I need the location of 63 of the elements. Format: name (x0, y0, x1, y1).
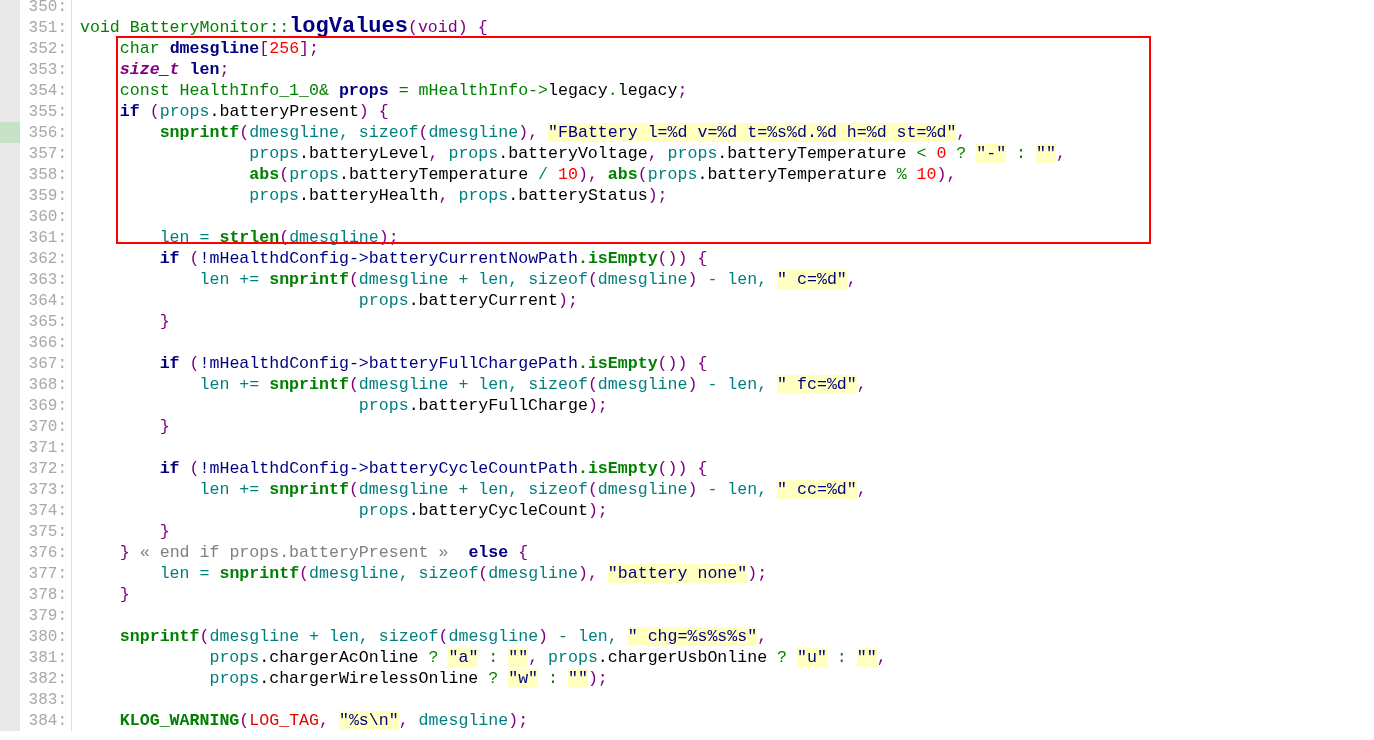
code-line: if (!mHealthdConfig->batteryCycleCountPath.isEmpty()) { (158, 458, 708, 479)
code-line: len = snprintf(dmesgline, sizeof(dmesgline), "battery none"); (158, 563, 768, 584)
line-number: 365: (28, 311, 67, 333)
line-number: 361: (28, 227, 67, 249)
line-number: 353: (28, 59, 67, 81)
line-number: 375: (28, 521, 67, 543)
code-line: } « end if props.batteryPresent » else { (118, 542, 529, 563)
line-number: 366: (28, 332, 67, 354)
line-number: 352: (28, 38, 67, 60)
line-number: 380: (28, 626, 67, 648)
line-number: 371: (28, 437, 67, 459)
code-line: props.batteryCurrent); (357, 290, 578, 311)
line-number: 357: (28, 143, 67, 165)
line-number: 376: (28, 542, 67, 564)
code-line: abs(props.batteryTemperature / 10), abs(props.batteryTemperature % 10), (248, 164, 957, 185)
line-number: 381: (28, 647, 67, 669)
line-number: 382: (28, 668, 67, 690)
code-line: KLOG_WARNING(LOG_TAG, "%s\n", dmesgline); (118, 710, 529, 731)
line-number: 377: (28, 563, 67, 585)
code-line: props.batteryCycleCount); (357, 500, 608, 521)
code-line: snprintf(dmesgline + len, sizeof(dmesgline) - len, " chg=%s%s%s", (118, 626, 768, 647)
line-number: 362: (28, 248, 67, 270)
line-number: 368: (28, 374, 67, 396)
line-number: 378: (28, 584, 67, 606)
code-line: size_t len; (118, 59, 230, 80)
line-number: 360: (28, 206, 67, 228)
line-number: 356: (28, 122, 67, 144)
line-number: 374: (28, 500, 67, 522)
code-line: if (props.batteryPresent) { (118, 101, 389, 122)
code-line: props.chargerAcOnline ? "a" : "", props.chargerUsbOnline ? "u" : "", (208, 647, 887, 668)
code-line: char dmesgline[256]; (118, 38, 319, 59)
line-number: 369: (28, 395, 67, 417)
code-line: const HealthInfo_1_0& props = mHealthInfo->legacy.legacy; (118, 80, 688, 101)
code-line: props.batteryFullCharge); (357, 395, 608, 416)
code-line: snprintf(dmesgline, sizeof(dmesgline), "FBattery l=%d v=%d t=%s%d.%d h=%d st=%d", (158, 122, 967, 143)
line-number: 364: (28, 290, 67, 312)
code-line: } (118, 584, 130, 605)
line-number: 350: (28, 0, 67, 18)
line-number: 373: (28, 479, 67, 501)
line-number: 355: (28, 101, 67, 123)
code-line: } (158, 521, 170, 542)
code-line: if (!mHealthdConfig->batteryFullChargePath.isEmpty()) { (158, 353, 708, 374)
code-line: void BatteryMonitor::logValues(void) { (80, 17, 488, 38)
code-line: } (158, 416, 170, 437)
code-line: props.batteryLevel, props.batteryVoltage, props.batteryTemperature < 0 ? "-" : "", (248, 143, 1066, 164)
line-number: 358: (28, 164, 67, 186)
line-number: 384: (28, 710, 67, 732)
line-number: 379: (28, 605, 67, 627)
code-line: } (158, 311, 170, 332)
line-number: 359: (28, 185, 67, 207)
line-number: 363: (28, 269, 67, 291)
line-number: 354: (28, 80, 67, 102)
code-line: props.chargerWirelessOnline ? "w" : ""); (208, 668, 608, 689)
line-number: 351: (28, 17, 67, 39)
line-number: 372: (28, 458, 67, 480)
line-number: 383: (28, 689, 67, 711)
code-line: len += snprintf(dmesgline + len, sizeof(dmesgline) - len, " c=%d", (198, 269, 857, 290)
code-line: if (!mHealthdConfig->batteryCurrentNowPath.isEmpty()) { (158, 248, 708, 269)
line-number: 370: (28, 416, 67, 438)
line-number: 367: (28, 353, 67, 375)
code-line: props.batteryHealth, props.batteryStatus); (248, 185, 668, 206)
code-line: len += snprintf(dmesgline + len, sizeof(dmesgline) - len, " fc=%d", (198, 374, 867, 395)
code-line: len += snprintf(dmesgline + len, sizeof(dmesgline) - len, " cc=%d", (198, 479, 867, 500)
